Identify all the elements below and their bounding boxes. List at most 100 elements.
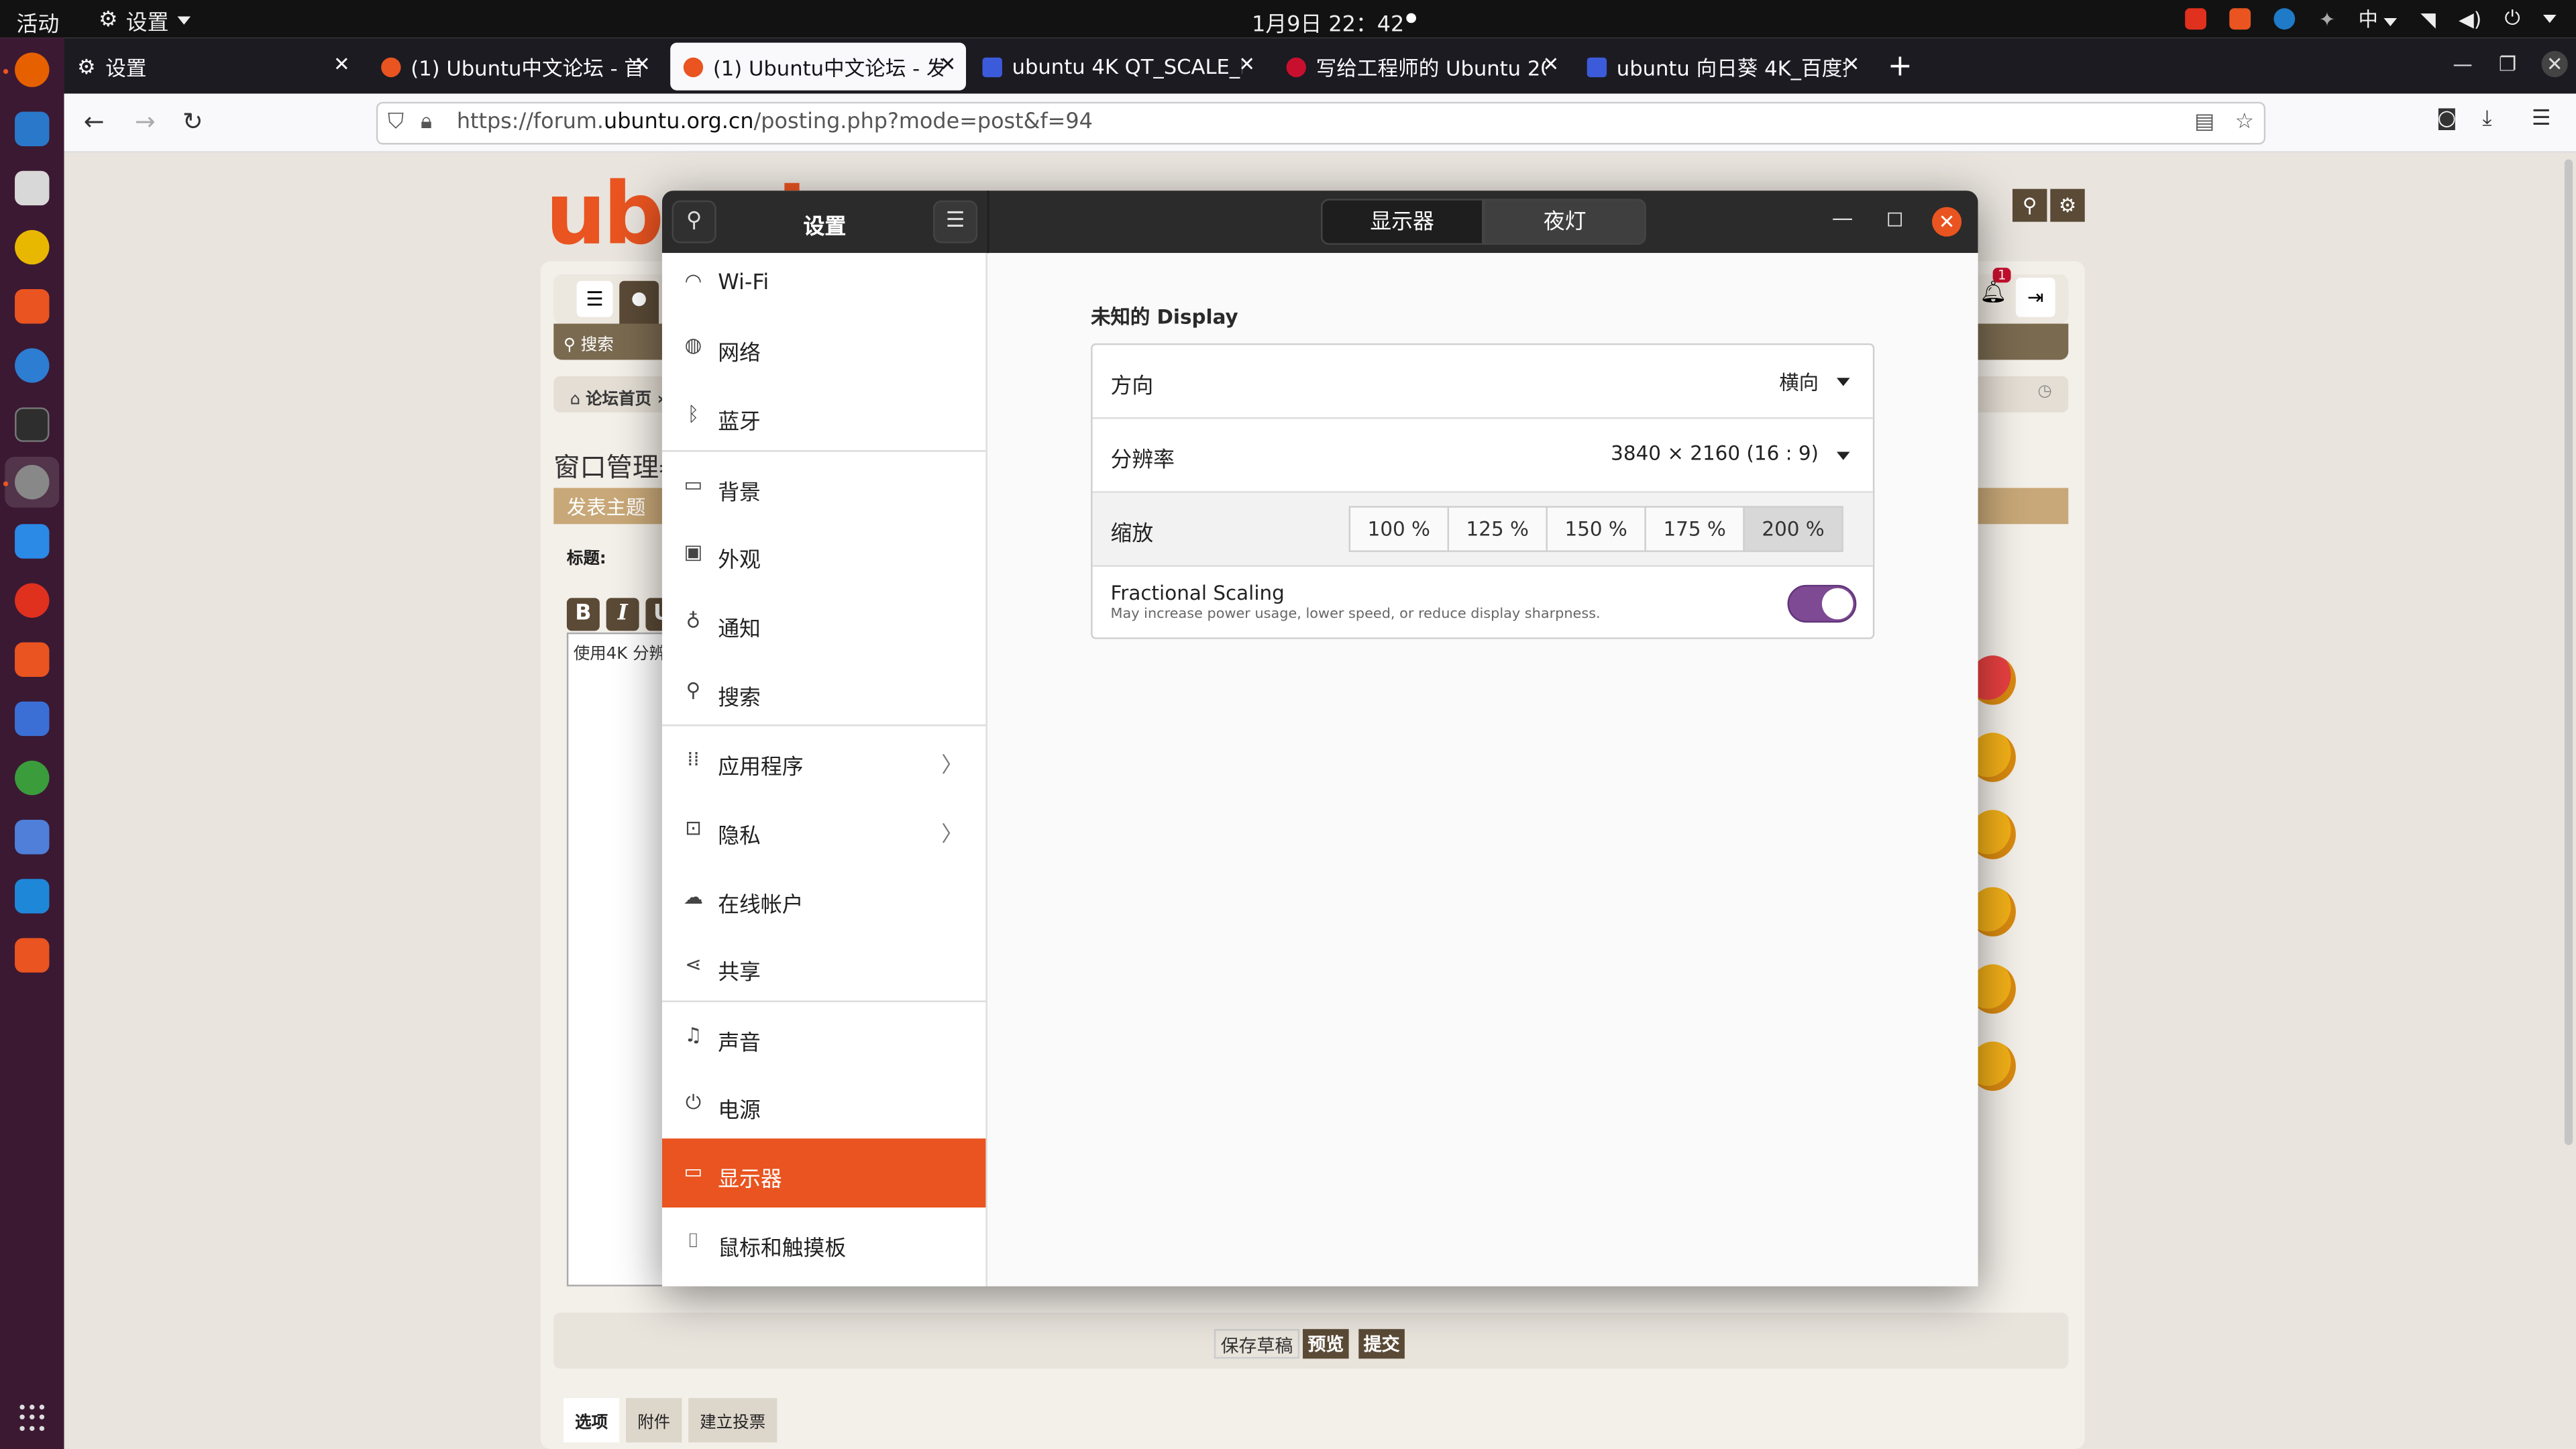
forum-menu-icon[interactable]: ☰ (576, 280, 613, 317)
show-applications-icon[interactable] (19, 1404, 46, 1431)
files-icon[interactable] (15, 170, 50, 206)
new-tab-button[interactable]: + (1888, 49, 1913, 83)
forum-chat-icon[interactable]: ● (619, 280, 659, 324)
italic-button[interactable]: I (606, 598, 639, 631)
activities-button[interactable]: 活动 (16, 7, 59, 38)
scale-option-175[interactable]: 175 % (1644, 506, 1745, 552)
scale-option-125[interactable]: 125 % (1447, 506, 1548, 552)
reload-button[interactable]: ↻ (182, 107, 203, 136)
screenshot-icon[interactable] (15, 820, 50, 855)
url-bar[interactable]: ⛉ 🔒︎ https://forum.ubuntu.org.cn/posting… (376, 101, 2266, 145)
scale-option-200[interactable]: 200 % (1743, 506, 1843, 552)
logout-icon[interactable]: ⇥ (2015, 277, 2055, 317)
pocket-icon[interactable]: ◙ (2436, 107, 2457, 131)
settings-menu-button[interactable]: ☰ (933, 200, 978, 244)
chevron-down-icon[interactable] (2543, 15, 2557, 23)
firefox-icon[interactable] (15, 52, 50, 87)
scrollbar[interactable] (2564, 159, 2573, 1145)
tab-options[interactable]: 选项 (564, 1398, 620, 1443)
sidebar-item-bluetooth[interactable]: ᛒ 蓝牙 (662, 381, 985, 450)
minimize-icon[interactable]: — (1832, 207, 1854, 232)
tab-baidu-sunlogin[interactable]: ubuntu 向日葵 4K_百度搜 ✕ (1574, 43, 1870, 91)
tab-settings[interactable]: ⚙ 设置 ✕ (64, 43, 360, 91)
close-tab-icon[interactable]: ✕ (634, 52, 651, 75)
sidebar-item-online-accounts[interactable]: ☁ 在线帐户 (662, 864, 985, 931)
sidebar-item-network[interactable]: ◍ 网络 (662, 314, 985, 381)
bold-button[interactable]: B (566, 598, 600, 631)
weibo-tray-icon[interactable] (2186, 8, 2208, 30)
remote-desktop-icon[interactable] (15, 938, 50, 973)
app-menu[interactable]: ⚙ 设置 (99, 5, 191, 36)
system-tray[interactable]: ✦ 中 ◥ ◀) ⏻ (2186, 5, 2557, 33)
shield-icon[interactable]: ⛉ (388, 103, 404, 143)
hamburger-menu-icon[interactable]: ☰ (2532, 107, 2551, 131)
preview-button[interactable]: 预览 (1303, 1329, 1349, 1359)
sidebar-item-appearance[interactable]: ▣ 外观 (662, 519, 985, 588)
sidebar-item-sharing[interactable]: ⋖ 共享 (662, 932, 985, 1001)
close-tab-icon[interactable]: ✕ (1238, 52, 1255, 75)
tab-poll[interactable]: 建立投票 (688, 1398, 777, 1443)
sunlogin-icon[interactable] (15, 642, 50, 677)
scale-option-100[interactable]: 100 % (1348, 506, 1450, 552)
bookmark-star-icon[interactable]: ☆ (2235, 103, 2254, 143)
forum-search-icon[interactable]: ⚲ (2012, 189, 2047, 222)
fractional-scaling-toggle[interactable] (1787, 584, 1857, 623)
sidebar-item-privacy[interactable]: ⊡ 隐私〉 (662, 795, 985, 864)
rhythmbox-icon[interactable] (15, 229, 50, 265)
sidebar-item-search[interactable]: ⚲ 搜索 (662, 657, 985, 724)
orientation-row[interactable]: 方向 横向 (1092, 345, 1873, 419)
sidebar-item-power[interactable]: ⏻ 电源 (662, 1069, 985, 1138)
sidebar-item-displays[interactable]: ▭ 显示器 (661, 1138, 986, 1208)
tab-forum-home[interactable]: (1) Ubuntu中文论坛 - 首页 ✕ (368, 43, 661, 91)
clock[interactable]: 1月9日 22：42 (1252, 7, 1404, 38)
reader-view-icon[interactable]: ▤ (2194, 103, 2214, 143)
wps-writer-icon[interactable] (15, 524, 50, 559)
forum-gear-icon[interactable]: ⚙ (2050, 189, 2085, 222)
close-tab-icon[interactable]: ✕ (1843, 52, 1860, 75)
tab-attachments[interactable]: 附件 (626, 1398, 682, 1443)
resolution-row[interactable]: 分辨率 3840 × 2160 (16 : 9) (1092, 419, 1873, 493)
hp-tray-icon[interactable] (2274, 8, 2296, 30)
sidebar-item-background[interactable]: ▭ 背景 (662, 451, 985, 519)
tab-baidu-qt-scale[interactable]: ubuntu 4K QT_SCALE_FA ✕ (969, 43, 1265, 91)
forum-search-link[interactable]: ⚲ 搜索 (564, 330, 614, 355)
close-tab-icon[interactable]: ✕ (1542, 52, 1559, 75)
orientation-value[interactable]: 横向 (1779, 368, 1819, 396)
maximize-icon[interactable]: ◻ (1886, 207, 1903, 232)
submit-button[interactable]: 提交 (1358, 1329, 1405, 1359)
close-tab-icon[interactable]: ✕ (333, 52, 350, 75)
tab-night-light[interactable]: 夜灯 (1483, 199, 1646, 245)
sunlogin-tray-icon[interactable] (2230, 8, 2252, 30)
notification-bell-icon[interactable]: 🔔︎ (1980, 281, 2006, 306)
sidebar-item-applications[interactable]: ⁞⁞ 应用程序〉 (662, 726, 985, 795)
help-icon[interactable] (15, 348, 50, 383)
sidebar-item-notifications[interactable]: ♁ 通知 (662, 588, 985, 657)
thunderbird-icon[interactable] (15, 111, 50, 146)
sidebar-item-wifi[interactable]: ◠ Wi-Fi (662, 253, 985, 314)
scale-option-150[interactable]: 150 % (1546, 506, 1646, 552)
tray-app-icon[interactable]: ✦ (2319, 7, 2336, 30)
close-window-icon[interactable]: ✕ (2541, 50, 2568, 78)
sidebar-item-sound[interactable]: ♫ 声音 (662, 1002, 985, 1069)
todo-icon[interactable] (15, 701, 50, 737)
chrome-icon[interactable] (15, 760, 50, 796)
forward-button[interactable]: → (135, 107, 156, 136)
minimize-icon[interactable]: — (2453, 52, 2472, 75)
weibo-icon[interactable] (15, 583, 50, 618)
tab-forum-post[interactable]: (1) Ubuntu中文论坛 - 发表 ✕ (670, 42, 967, 91)
sidebar-item-mouse-touchpad[interactable]: ⌷ 鼠标和触摸板 (662, 1208, 985, 1277)
close-window-icon[interactable]: ✕ (1932, 207, 1962, 237)
save-draft-button[interactable]: 保存草稿 (1214, 1329, 1300, 1359)
vmware-icon[interactable] (15, 879, 50, 914)
tab-displays[interactable]: 显示器 (1320, 199, 1484, 245)
close-tab-icon[interactable]: ✕ (940, 52, 957, 75)
back-button[interactable]: ← (84, 107, 105, 136)
resolution-value[interactable]: 3840 × 2160 (16 : 9) (1611, 442, 1819, 465)
terminal-icon[interactable] (15, 407, 50, 442)
breadcrumb-home-link[interactable]: 论坛首页 › (586, 391, 664, 409)
lock-icon[interactable]: 🔒︎ (421, 103, 432, 143)
tab-ubuntu-engineer[interactable]: 写给工程师的 Ubuntu 20. ✕ (1273, 43, 1569, 91)
ime-indicator[interactable]: 中 (2359, 5, 2398, 33)
downloads-icon[interactable]: ⤓ (2482, 107, 2491, 131)
restore-icon[interactable]: ❐ (2499, 52, 2516, 75)
